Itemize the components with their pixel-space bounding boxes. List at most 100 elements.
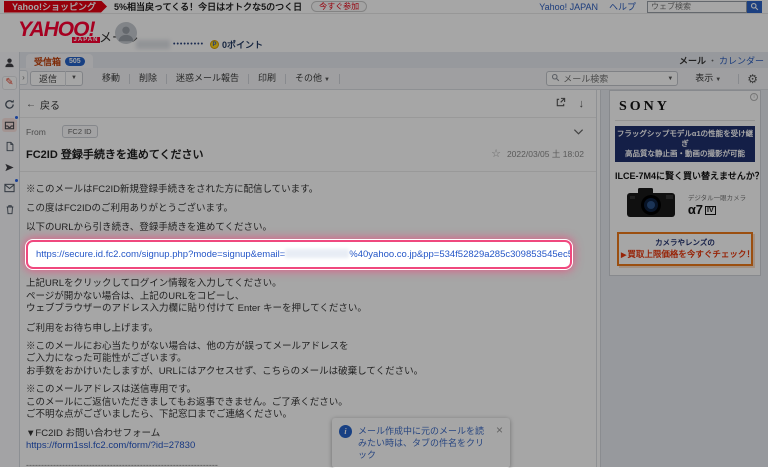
sony-logo: SONY [619,99,670,114]
chevron-down-icon[interactable]: ▼ [667,76,673,82]
logo-japan-badge: JAPAN [71,37,101,43]
back-button[interactable]: 戻る [40,97,60,112]
back-arrow-icon[interactable]: ← [26,99,36,110]
inbox-folder-icon[interactable] [2,115,19,132]
reply-label: 返信 [39,74,58,84]
reply-caret-icon[interactable]: ▼ [65,71,82,86]
sony-ad[interactable]: i SONY フラッグシップモデルα1の性能を受け継ぎ 高品質な静止画・動画の撮… [609,90,764,276]
masked-username-dots: ••••••••• [173,41,205,48]
nav-separator: ・ [707,55,717,66]
body-line: ウェブブラウザーのアドレス入力欄に貼り付けて Enter キーを押してください。 [26,303,367,314]
body-paragraph: 上記URLをクリックしてログイン情報を入力してください。 ページが開かない場合は… [26,278,582,316]
left-icon-rail: ✎ [0,52,20,467]
help-link[interactable]: ヘルプ [609,0,636,13]
toast-message: メール作成中に元のメールを読みたい時は、タブの件名をクリック [358,426,485,460]
mail-search-box[interactable]: ▼ [546,71,679,86]
url-suffix: %40yahoo.co.jp&pp=534f52829a285c30985354… [349,249,572,260]
product-generation: IV [705,206,716,215]
body-line: ※このメールにお心当たりがない場合は、他の方が誤ってメールアドレスを [26,340,349,352]
toolbar-divider [738,73,740,84]
mail-nav-link[interactable]: メール [679,54,706,67]
top-promo-bar: Yahoo!ショッピング 5%相当戻ってくる！今日はオトクな5のつく日 今すぐ参… [0,0,768,14]
chevron-down-icon: ▼ [715,77,722,83]
calendar-nav-link[interactable]: カレンダー [719,54,764,67]
more-button[interactable]: その他 ▼ [286,71,339,86]
hint-toast: i メール作成中に元のメールを読みたい時は、タブの件名をクリック × [332,418,510,468]
body-line: この度はFC2IDのご利用ありがとうございます。 [26,203,233,214]
unread-dot [14,115,19,120]
ad-cta-text: 買取上限価格を今すぐチェック！ [627,249,755,259]
tab-inbox[interactable]: 受信箱 505 [26,54,93,68]
collapse-details-icon[interactable] [573,128,584,136]
trash-icon[interactable] [2,202,17,216]
body-paragraph: ※このメールアドレスは送信専用です。 このメールにご返信いただきましてもお返事で… [26,384,582,422]
signup-url-highlight: https://secure.id.fc2.com/signup.php?mod… [26,240,572,269]
url-prefix: https://secure.id.fc2.com/signup.php?mod… [36,249,286,260]
body-line: 以下のURLから引き続き、登録手続きを進めてください。 [26,222,273,233]
mail-reading-pane: ← 戻る ↓ From FC2 ID FC2ID 登録手続きを進めてください ☆… [20,90,597,467]
drafts-icon[interactable] [2,139,17,153]
ad-headline: ILCE-7M4に賢く買い替えませんか？ [615,171,764,181]
body-line: ご利用をお待ち申し上げます。 [26,322,159,334]
download-icon[interactable]: ↓ [579,98,585,110]
ad-cta-line1: カメラやレンズの [655,238,715,247]
play-icon: ▶ [621,252,627,259]
mail-date: 2022/03/05 土 18:02 [506,149,584,159]
from-label: From [26,126,46,137]
info-icon: i [339,425,352,438]
star-icon[interactable]: ☆ [491,148,501,160]
ad-divider [615,120,755,121]
reply-button[interactable]: 返信 ▼ [30,71,83,86]
product-type: デジタル一眼カメラ [687,195,747,202]
chevron-down-icon: ▼ [324,77,330,83]
view-button[interactable]: 表示 ▼ [686,71,730,86]
view-label: 表示 [695,73,714,83]
masked-email [285,249,350,258]
web-search-input[interactable] [647,0,747,13]
mail-icon[interactable] [2,178,19,195]
mail-search-input[interactable] [563,73,663,84]
right-sidebar: i SONY フラッグシップモデルα1の性能を受け継ぎ 高品質な静止画・動画の撮… [600,90,768,467]
rail-expander[interactable]: › [20,70,28,85]
search-icon [750,0,759,14]
body-line: ※このメールはFC2ID新規登録手続きをされた方に配信しています。 [26,184,319,195]
inbox-count-badge: 505 [65,56,85,66]
print-button[interactable]: 印刷 [249,71,285,86]
move-button[interactable]: 移動 [93,71,129,86]
ad-cta-button[interactable]: カメラやレンズの ▶買取上限価格を今すぐチェック！ [617,232,755,266]
camera-image [624,185,680,224]
contact-form-link[interactable]: https://form1ssl.fc2.com/form/?id=27830 [26,440,195,451]
compose-icon[interactable]: ✎ [2,76,17,90]
yahoo-shopping-ribbon[interactable]: Yahoo!ショッピング [4,1,107,13]
open-in-new-window-icon[interactable] [555,95,566,113]
body-line: ページが開かない場合は、上記のURLをコピーし、 [26,290,245,302]
body-line: ご入力になった可能性がございます。 [26,353,187,364]
product-name: α7 IV [688,202,746,217]
masthead: YAHOO!JAPAN メール ••••••••• P 0ポイント いま欲しいフ… [0,14,768,64]
refresh-icon[interactable] [2,97,17,111]
web-search-button[interactable] [747,0,762,14]
spam-report-button[interactable]: 迷惑メール報告 [167,71,248,86]
gear-icon[interactable]: ⚙ [747,73,758,85]
contacts-icon[interactable] [2,55,17,69]
signup-url-link[interactable]: https://secure.id.fc2.com/signup.php?mod… [36,249,572,260]
promo-message[interactable]: 5%相当戻ってくる！今日はオトクな5のつく日 [114,0,302,13]
avatar[interactable] [115,22,137,44]
more-label: その他 [295,73,323,83]
toolbar-divider [339,73,340,84]
person-icon [118,26,134,42]
body-line: 上記URLをクリックしてログイン情報を入力してください。 [26,278,282,289]
ad-info-icon[interactable]: i [750,93,758,101]
point-coin-icon: P [210,40,219,49]
ad-banner-line: フラッグシップモデルα1の性能を受け継ぎ [616,129,754,148]
delete-button[interactable]: 削除 [130,71,166,86]
masked-username [136,40,170,49]
sender-chip[interactable]: FC2 ID [61,125,98,138]
promo-join-button[interactable]: 今すぐ参加 [311,1,368,12]
yahoo-japan-link[interactable]: Yahoo! JAPAN [539,2,598,12]
inbox-tab-label: 受信箱 [34,56,62,67]
yahoo-japan-logo[interactable]: YAHOO! JAPAN [18,18,101,43]
unread-dot [14,178,19,183]
send-icon[interactable] [2,160,17,174]
close-icon[interactable]: × [496,424,503,436]
